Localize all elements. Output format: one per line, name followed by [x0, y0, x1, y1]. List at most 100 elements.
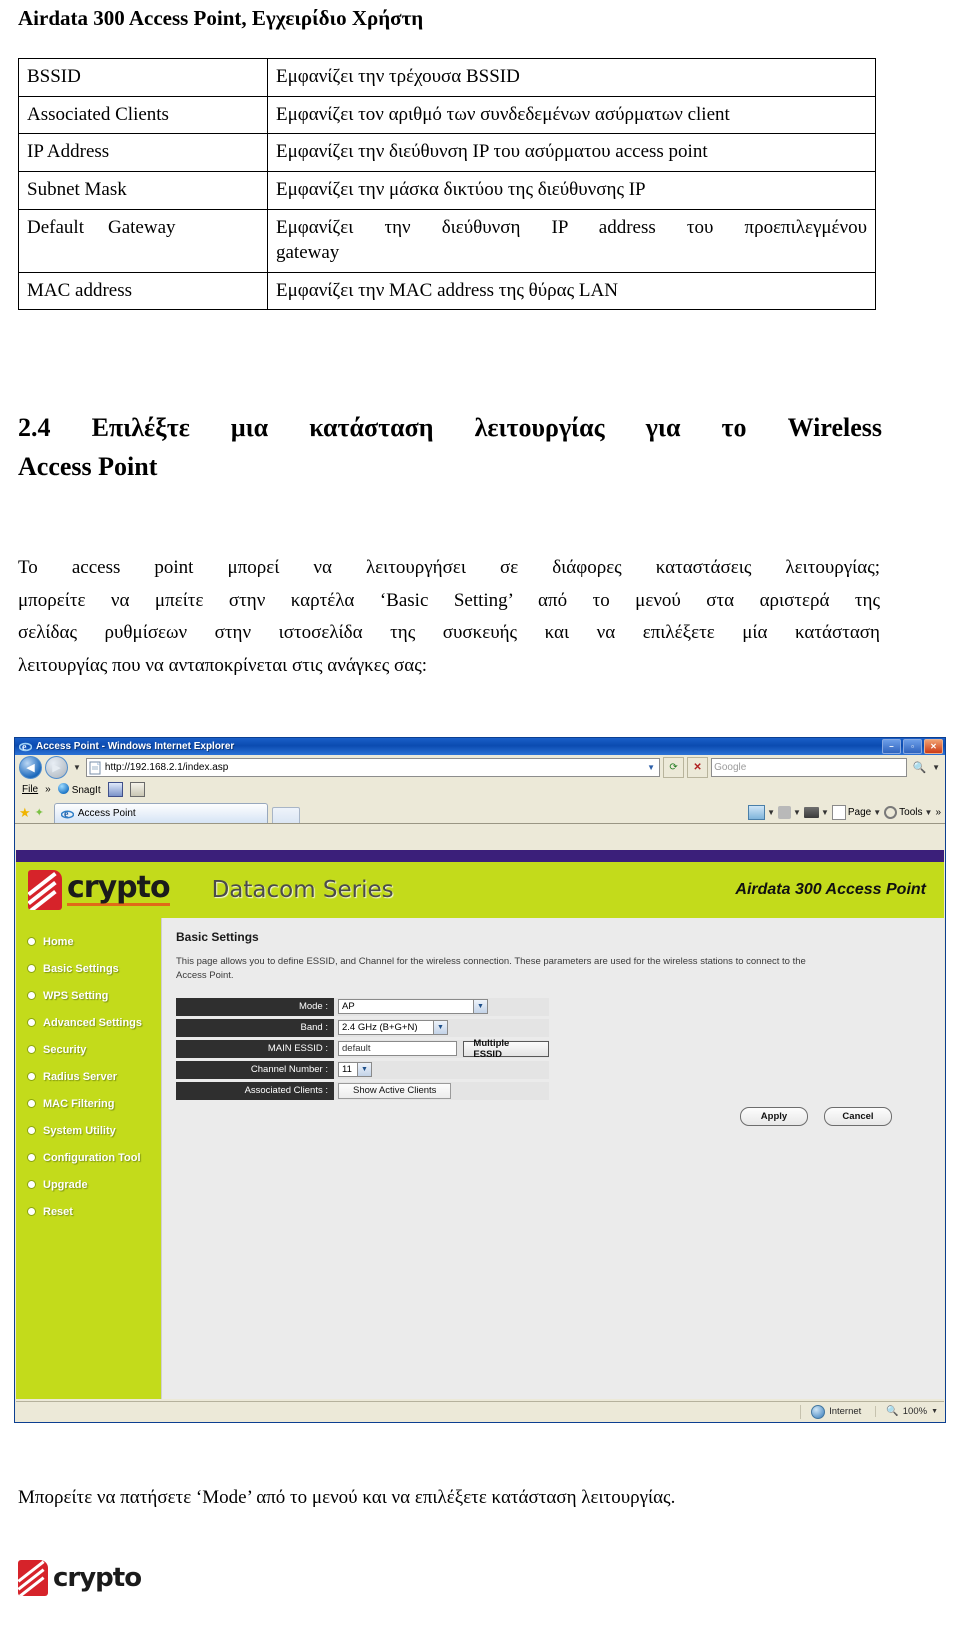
zoom-control[interactable]: 🔍 100% ▼	[875, 1406, 944, 1417]
table-cell-value: Εμφανίζει την διεύθυνση IP του ασύρματου…	[267, 133, 876, 172]
table-row: BSSID Εμφανίζει την τρέχουσα BSSID	[18, 58, 876, 97]
spec-table: BSSID Εμφανίζει την τρέχουσα BSSID Assoc…	[18, 58, 876, 311]
bullet-icon	[27, 991, 36, 1000]
chevron-down-icon[interactable]: ▼	[925, 808, 933, 817]
snagit-button[interactable]: SnagIt	[57, 783, 101, 796]
form-row-main-essid: MAIN ESSID : default Multiple ESSID	[176, 1038, 549, 1060]
settings-form: Mode : AP ▼ Band : 2.4 GHz (B+G+N) ▼ MAI…	[176, 997, 549, 1100]
page-icon	[89, 761, 102, 775]
footer-logo-word: crypto	[53, 1563, 142, 1593]
chevron-down-icon[interactable]: ▼	[932, 763, 941, 772]
gear-icon	[884, 806, 898, 819]
add-star-icon[interactable]: ✦	[35, 808, 44, 823]
address-url: http://192.168.2.1/index.asp	[104, 762, 229, 773]
sidebar-nav: Home Basic Settings WPS Setting Advanced…	[16, 918, 161, 1399]
feeds-button[interactable]: ▼	[778, 806, 801, 819]
main-essid-control: default Multiple ESSID	[334, 1038, 549, 1060]
chevron-down-icon[interactable]: ▼	[873, 808, 881, 817]
section-heading-line1: 2.4 Επιλέξτε μια κατάσταση λειτουργίας γ…	[18, 413, 882, 442]
sidebar-item-radius-server[interactable]: Radius Server	[16, 1063, 161, 1090]
maximize-button[interactable]: ▫	[903, 739, 922, 754]
chevron-down-icon[interactable]: ▼	[433, 1021, 447, 1034]
chevron-down-icon[interactable]: ▼	[931, 1408, 938, 1415]
security-zone[interactable]: Internet	[800, 1404, 875, 1419]
paragraph-line: Το access point μπορεί να λειτουργήσει σ…	[18, 557, 880, 578]
chevron-down-icon[interactable]: ▼	[821, 808, 829, 817]
mode-select[interactable]: AP ▼	[338, 999, 488, 1014]
bullet-icon	[27, 1018, 36, 1027]
main-essid-input[interactable]: default	[338, 1041, 458, 1056]
back-arrow-icon[interactable]: ◀	[19, 756, 42, 779]
sidebar-item-basic-settings[interactable]: Basic Settings	[16, 955, 161, 982]
chevron-down-icon[interactable]: ▼	[647, 763, 657, 772]
snagit-capture-icon[interactable]	[107, 782, 123, 797]
chevron-down-icon[interactable]: ▼	[767, 808, 775, 817]
form-row-mode: Mode : AP ▼	[176, 997, 549, 1016]
address-input[interactable]: http://192.168.2.1/index.asp ▼	[85, 758, 661, 777]
chevron-down-icon[interactable]: ▼	[357, 1063, 371, 1076]
multiple-essid-button[interactable]: Multiple ESSID	[463, 1038, 549, 1060]
browser-tab[interactable]: e Access Point	[53, 803, 268, 823]
stop-icon[interactable]: ✕	[687, 757, 709, 778]
chevron-down-icon[interactable]: ▼	[71, 763, 83, 772]
chevron-down-icon[interactable]: ▼	[473, 1000, 487, 1013]
sidebar-item-security[interactable]: Security	[16, 1036, 161, 1063]
content-heading: Basic Settings	[176, 930, 259, 944]
sidebar-item-reset[interactable]: Reset	[16, 1198, 161, 1225]
page-menu-button[interactable]: Page ▼	[831, 805, 881, 820]
bullet-icon	[27, 937, 36, 946]
print-button[interactable]: ▼	[803, 807, 829, 818]
sidebar-item-label: Security	[43, 1043, 87, 1056]
page-body: Home Basic Settings WPS Setting Advanced…	[16, 918, 944, 1399]
table-cell-key-word2: Gateway	[107, 216, 176, 238]
sidebar-item-configuration-tool[interactable]: Configuration Tool	[16, 1144, 161, 1171]
browser-command-bar: ▼ ▼ ▼ Page ▼ Tools ▼ »	[748, 805, 941, 823]
form-row-band: Band : 2.4 GHz (B+G+N) ▼	[176, 1018, 549, 1037]
top-accent-strip	[16, 850, 944, 862]
table-row: Default Gateway Εμφανίζει την διεύθυνση I…	[18, 208, 876, 273]
brand-logo-word: crypto	[67, 869, 171, 907]
band-select-value: 2.4 GHz (B+G+N)	[342, 1022, 418, 1033]
search-input[interactable]: Google	[711, 758, 908, 777]
chevron-down-icon[interactable]: ▼	[793, 808, 801, 817]
cancel-button[interactable]: Cancel	[824, 1107, 892, 1126]
new-tab-button[interactable]	[271, 807, 300, 823]
sidebar-item-label: Configuration Tool	[43, 1151, 141, 1164]
table-cell-key-word1: Default	[27, 216, 84, 238]
ie-icon: e	[60, 807, 75, 820]
main-content: Basic Settings This page allows you to d…	[161, 918, 944, 1399]
sidebar-item-advanced-settings[interactable]: Advanced Settings	[16, 1009, 161, 1036]
home-button[interactable]: ▼	[748, 805, 775, 820]
snagit-editor-icon[interactable]	[129, 782, 145, 797]
sidebar-item-mac-filtering[interactable]: MAC Filtering	[16, 1090, 161, 1117]
globe-icon	[811, 1404, 826, 1419]
show-active-clients-button[interactable]: Show Active Clients	[338, 1082, 452, 1099]
security-zone-label: Internet	[829, 1406, 862, 1417]
browser-menu-bar: File » SnagIt	[15, 780, 945, 799]
tools-menu-button[interactable]: Tools ▼	[884, 806, 932, 819]
table-cell-key: BSSID	[18, 58, 268, 97]
printer-icon	[803, 807, 819, 818]
section-paragraph: Το access point μπορεί να λειτουργήσει σ…	[18, 552, 880, 683]
refresh-icon[interactable]: ⟳	[663, 757, 685, 778]
channel-number-select[interactable]: 11 ▼	[338, 1062, 372, 1077]
sidebar-item-wps-setting[interactable]: WPS Setting	[16, 982, 161, 1009]
brand-logo: crypto	[28, 869, 171, 910]
sidebar-item-home[interactable]: Home	[16, 928, 161, 955]
star-icon[interactable]: ★	[19, 806, 31, 823]
site-banner: crypto Datacom Series Airdata 300 Access…	[16, 862, 944, 918]
paragraph-line: λειτουργίας που να ανταποκρίνεται στις α…	[18, 655, 428, 677]
minimize-button[interactable]: –	[882, 739, 901, 754]
sidebar-item-system-utility[interactable]: System Utility	[16, 1117, 161, 1144]
band-select[interactable]: 2.4 GHz (B+G+N) ▼	[338, 1020, 448, 1035]
menu-item-file[interactable]: File	[22, 784, 38, 795]
apply-button[interactable]: Apply	[740, 1107, 808, 1126]
form-actions: Apply Cancel	[740, 1107, 892, 1126]
search-icon[interactable]: 🔍	[910, 758, 929, 777]
forward-arrow-icon[interactable]: ▶	[45, 756, 68, 779]
command-overflow-button[interactable]: »	[935, 807, 941, 818]
menu-overflow-button[interactable]: »	[45, 784, 51, 795]
close-button[interactable]: ✕	[924, 739, 943, 754]
table-cell-key: IP Address	[18, 133, 268, 172]
sidebar-item-upgrade[interactable]: Upgrade	[16, 1171, 161, 1198]
